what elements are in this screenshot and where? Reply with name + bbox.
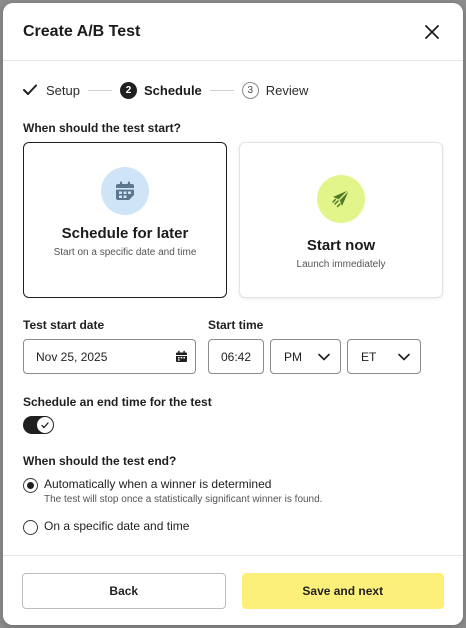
close-button[interactable]	[420, 20, 444, 44]
step-connector	[87, 89, 112, 91]
modal-body: When should the test start? Schedule for…	[3, 121, 463, 535]
close-icon	[425, 24, 439, 39]
step-number: 3	[241, 81, 259, 99]
modal-header: Create A/B Test	[3, 3, 463, 61]
checkmark-icon	[41, 421, 49, 428]
paper-plane-icon	[332, 189, 350, 208]
schedule-icon-circle	[101, 167, 149, 215]
time-controls: 06:42 PM ET	[208, 339, 421, 374]
step-number: 2	[119, 81, 137, 99]
step-review: 3 Review	[241, 81, 309, 99]
step-setup[interactable]: Setup	[23, 82, 80, 98]
card-description: Launch immediately	[296, 259, 386, 270]
time-field-group: Start time 06:42 PM ET	[208, 318, 421, 374]
end-auto-winner-option[interactable]: Automatically when a winner is determine…	[23, 477, 443, 505]
end-question: When should the test end?	[23, 454, 177, 468]
back-button[interactable]: Back	[22, 572, 226, 609]
radio-text: Automatically when a winner is determine…	[44, 477, 322, 505]
date-field-group: Test start date Nov 25, 2025	[23, 318, 196, 374]
card-title: Start now	[306, 237, 376, 254]
date-label: Test start date	[23, 318, 105, 332]
schedule-for-later-card[interactable]: Schedule for later Start on a specific d…	[23, 142, 227, 298]
timezone-value: ET	[361, 349, 377, 364]
step-label: Review	[265, 82, 309, 98]
time-label: Start time	[208, 318, 264, 332]
stepper: Setup 2 Schedule 3 Review	[3, 61, 463, 119]
step-label: Setup	[46, 82, 80, 98]
start-question: When should the test start?	[23, 121, 182, 135]
calendar-icon	[176, 350, 187, 362]
end-specific-date-option[interactable]: On a specific date and time	[23, 519, 443, 535]
calendar-icon	[116, 181, 134, 200]
card-title: Schedule for later	[61, 225, 189, 242]
start-time-input[interactable]: 06:42	[208, 339, 264, 374]
start-option-cards: Schedule for later Start on a specific d…	[23, 142, 443, 298]
step-connector	[209, 89, 234, 91]
start-now-card[interactable]: Start now Launch immediately	[239, 142, 443, 298]
card-description: Start on a specific date and time	[53, 247, 197, 258]
chevron-down-icon	[398, 353, 410, 360]
timezone-select[interactable]: ET	[347, 339, 421, 374]
radio-label: On a specific date and time	[44, 519, 190, 533]
radio-label: Automatically when a winner is determine…	[44, 477, 272, 491]
radio-unselected[interactable]	[23, 520, 38, 535]
date-value: Nov 25, 2025	[36, 349, 108, 364]
end-time-toggle-label: Schedule an end time for the test	[23, 395, 212, 409]
radio-selected[interactable]	[23, 478, 38, 493]
radio-text: On a specific date and time	[44, 519, 189, 533]
start-datetime-row: Test start date Nov 25, 2025 Start time …	[23, 318, 443, 374]
modal-title: Create A/B Test	[23, 22, 141, 40]
modal-footer: Back Save and next	[3, 555, 463, 625]
save-and-next-button[interactable]: Save and next	[241, 572, 444, 609]
chevron-down-icon	[318, 353, 330, 360]
checkmark-icon	[23, 82, 39, 98]
radio-help-text: The test will stop once a statistically …	[44, 494, 323, 505]
start-date-input[interactable]: Nov 25, 2025	[23, 339, 196, 374]
step-schedule: 2 Schedule	[119, 81, 202, 99]
ampm-select[interactable]: PM	[270, 339, 341, 374]
start-now-icon-circle	[317, 175, 365, 223]
end-time-toggle[interactable]	[23, 416, 54, 434]
toggle-knob	[37, 417, 53, 433]
create-ab-test-modal: Create A/B Test Setup 2 Schedule 3 Revie…	[3, 3, 463, 625]
ampm-value: PM	[284, 349, 302, 364]
step-label: Schedule	[143, 82, 202, 98]
